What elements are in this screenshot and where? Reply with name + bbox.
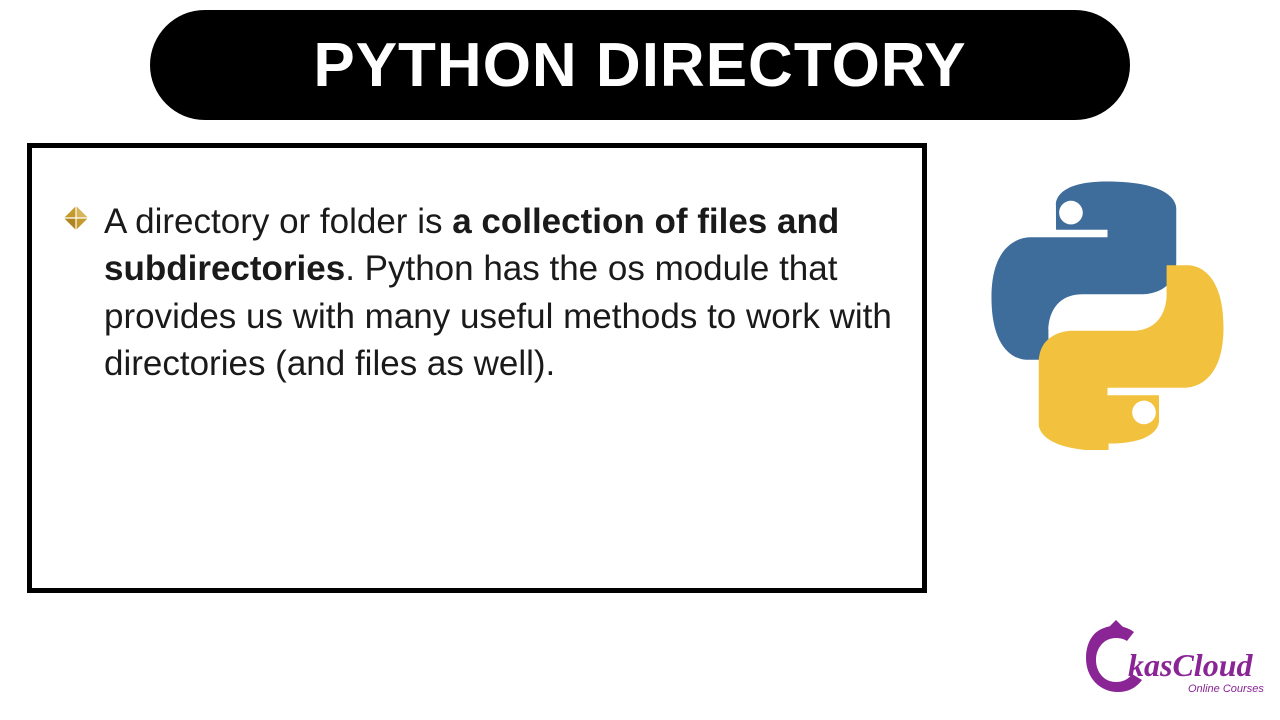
python-logo-icon [970,175,1245,450]
page-title: PYTHON DIRECTORY [313,30,966,101]
body-lead: A directory or folder is [104,202,452,241]
ekascloud-logo: kasCloud Online Courses [1080,620,1270,710]
logo-name: kasCloud [1128,647,1253,683]
body-text: A directory or folder is a collection of… [104,198,892,387]
bullet-item: A directory or folder is a collection of… [62,198,892,387]
content-box: A directory or folder is a collection of… [27,143,927,593]
diamond-bullet-icon [62,204,90,237]
logo-sub: Online Courses [1188,683,1264,695]
title-band: PYTHON DIRECTORY [150,10,1130,120]
